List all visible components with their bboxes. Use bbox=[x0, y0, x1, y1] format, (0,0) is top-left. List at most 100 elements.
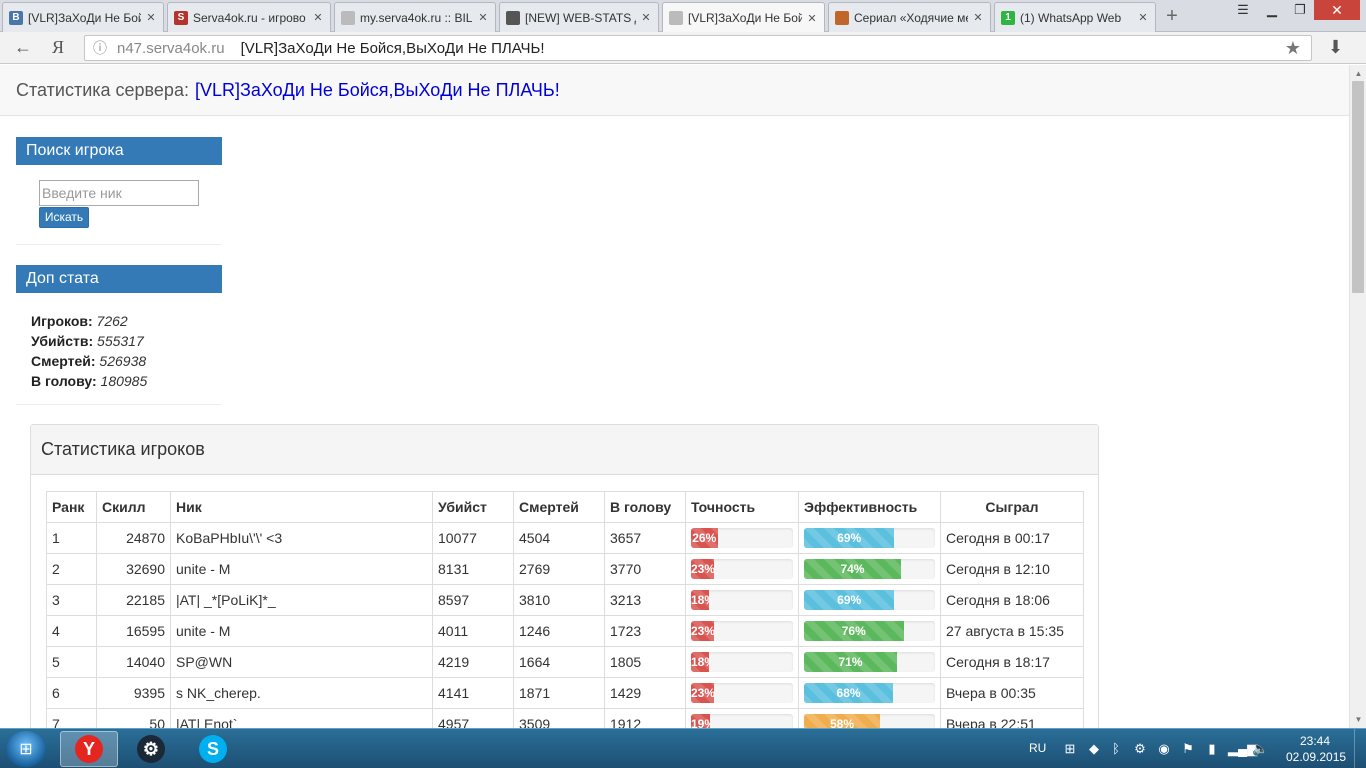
rank-cell: 5 bbox=[46, 646, 97, 678]
search-button[interactable]: Искать bbox=[39, 207, 89, 228]
table-row[interactable]: 4 16595 unite - M 4011 1246 1723 23% 76% 27 авгу… bbox=[46, 615, 1084, 647]
action-center-flag-icon[interactable]: ⚑ bbox=[1180, 741, 1196, 757]
language-indicator[interactable]: RU bbox=[1029, 741, 1046, 755]
column-header[interactable]: Ранк bbox=[46, 491, 97, 523]
folder-icon[interactable]: ◆ bbox=[1086, 741, 1102, 757]
steam-tray-icon[interactable]: ⚙ bbox=[1132, 741, 1148, 757]
taskbar-app-button[interactable]: Y bbox=[60, 731, 118, 767]
accuracy-progress-bar: 23% bbox=[691, 621, 793, 641]
efficiency-progress-bar: 74% bbox=[804, 559, 935, 579]
column-header[interactable]: Сыграл bbox=[940, 491, 1084, 523]
kills-cell: 8131 bbox=[432, 553, 514, 585]
efficiency-progress-fill: 76% bbox=[804, 621, 904, 641]
volume-icon[interactable]: 🔈 bbox=[1252, 741, 1268, 757]
browser-tab[interactable]: [VLR]ЗаХоДи Не Бой ✕ bbox=[662, 2, 825, 33]
browser-tab[interactable]: Сериал «Ходячие ме ✕ bbox=[828, 2, 991, 32]
table-row[interactable]: 6 9395 s NK_cherep. 4141 1871 1429 23% 68% Вчера… bbox=[46, 677, 1084, 709]
download-icon[interactable]: ⬇ bbox=[1328, 37, 1343, 58]
tab-close-icon[interactable]: ✕ bbox=[806, 12, 818, 25]
efficiency-progress-fill: 69% bbox=[804, 528, 895, 548]
taskbar-app-button[interactable]: S bbox=[184, 731, 242, 767]
accuracy-cell: 23% bbox=[685, 677, 799, 709]
column-header[interactable]: Убийст bbox=[432, 491, 514, 523]
accuracy-progress-bar: 23% bbox=[691, 559, 793, 579]
nick-cell[interactable]: |AT| Enot` bbox=[170, 708, 433, 728]
table-row[interactable]: 514040SP@WN421916641805 18% 71% Сегодня в 1… bbox=[46, 646, 1084, 678]
system-clock[interactable]: 23:44 02.09.2015 bbox=[1286, 733, 1346, 765]
scroll-up-arrow-icon[interactable]: ▲ bbox=[1350, 65, 1366, 82]
browser-tab[interactable]: [NEW] WEB-STATS дл ✕ bbox=[499, 2, 659, 32]
column-header[interactable]: Ник bbox=[170, 491, 433, 523]
kills-cell: 4141 bbox=[432, 677, 514, 709]
player-search-input[interactable] bbox=[39, 180, 199, 206]
close-window-button[interactable]: ✕ bbox=[1314, 0, 1360, 20]
tab-close-icon[interactable]: ✕ bbox=[312, 11, 324, 24]
browser-tab[interactable]: В [VLR]ЗаХоДи Не Бой ✕ bbox=[2, 2, 164, 32]
deaths-cell: 1871 bbox=[513, 677, 605, 709]
browser-tab[interactable]: my.serva4ok.ru :: BILL ✕ bbox=[334, 2, 496, 32]
skill-cell: 24870 bbox=[96, 522, 171, 554]
network-signal-icon[interactable]: ▂▄▆ bbox=[1228, 741, 1257, 757]
avatar-icon bbox=[506, 10, 520, 25]
windows-icon[interactable]: ⊞ bbox=[1062, 741, 1078, 757]
accuracy-cell: 26% bbox=[685, 522, 799, 554]
page-info-icon[interactable]: ⓘ bbox=[93, 38, 111, 58]
origin-icon[interactable]: ◉ bbox=[1156, 741, 1172, 757]
nick-cell[interactable]: SP@WN bbox=[170, 646, 433, 678]
column-header[interactable]: Смертей bbox=[513, 491, 605, 523]
tab-close-icon[interactable]: ✕ bbox=[145, 11, 157, 24]
skype-icon: S bbox=[199, 735, 227, 763]
column-header[interactable]: Точность bbox=[685, 491, 799, 523]
clock-time: 23:44 bbox=[1299, 734, 1331, 748]
efficiency-cell: 69% bbox=[798, 522, 941, 554]
browser-tab[interactable]: 1 (1) WhatsApp Web ✕ bbox=[994, 2, 1156, 32]
efficiency-cell: 69% bbox=[798, 584, 941, 616]
tab-close-icon[interactable]: ✕ bbox=[640, 11, 652, 24]
column-header[interactable]: В голову bbox=[604, 491, 686, 523]
maximize-button[interactable]: ❐ bbox=[1286, 0, 1314, 20]
scroll-down-arrow-icon[interactable]: ▼ bbox=[1350, 711, 1366, 728]
power-icon[interactable]: ▮ bbox=[1204, 741, 1220, 757]
minimize-button[interactable]: ▁ bbox=[1258, 0, 1286, 20]
new-tab-button[interactable]: + bbox=[1160, 5, 1184, 27]
accuracy-progress-fill: 26% bbox=[691, 528, 718, 548]
player-stats-table: Ранк Скилл Ник Убийст Смертей В голову Точност… bbox=[46, 491, 1084, 728]
table-row[interactable]: 2 32690 unite - M 8131 2769 3770 23% 74% Сегодня… bbox=[46, 553, 1084, 585]
url-field[interactable]: ⓘ n47.serva4ok.ru [VLR]ЗаХоДи Не Бойся,В… bbox=[84, 35, 1312, 61]
bluetooth-icon[interactable]: ᛒ bbox=[1108, 741, 1124, 757]
tab-close-icon[interactable]: ✕ bbox=[1137, 11, 1149, 24]
last-played-cell: Сегодня в 00:17 bbox=[940, 522, 1084, 554]
accuracy-progress-fill: 23% bbox=[691, 621, 715, 641]
server-name-link[interactable]: [VLR]ЗаХоДи Не Бойся,ВыХоДи Не ПЛАЧЬ! bbox=[195, 80, 560, 101]
nick-cell[interactable]: unite - M bbox=[170, 553, 433, 585]
nick-cell[interactable]: unite - M bbox=[170, 615, 433, 647]
page-viewport: Статистика сервера: [VLR]ЗаХоДи Не Бойся… bbox=[0, 65, 1349, 728]
nick-cell[interactable]: s NK_cherep. bbox=[170, 677, 433, 709]
browser-menu-icon[interactable]: ☰ bbox=[1228, 0, 1258, 20]
tab-close-icon[interactable]: ✕ bbox=[972, 11, 984, 24]
taskbar-app-button[interactable]: ⚙ bbox=[122, 731, 180, 767]
back-arrow-icon[interactable]: ← bbox=[14, 37, 32, 58]
accuracy-cell: 18% bbox=[685, 584, 799, 616]
deaths-cell: 3810 bbox=[513, 584, 605, 616]
browser-tab[interactable]: S Serva4ok.ru - игрово ✕ bbox=[167, 2, 331, 32]
tab-close-icon[interactable]: ✕ bbox=[477, 11, 489, 24]
page-scrollbar[interactable]: ▲ ▼ bbox=[1349, 65, 1366, 728]
table-row[interactable]: 322185|AT| _*[PoLiK]*_859738103213 18% 69%… bbox=[46, 584, 1084, 616]
table-row[interactable]: 1 24870 KoBaPHbIu\'\' <3 10077 4504 3657 26% 69… bbox=[46, 522, 1084, 554]
nick-cell[interactable]: |AT| _*[PoLiK]*_ bbox=[170, 584, 433, 616]
start-button[interactable]: ⊞ bbox=[6, 731, 46, 767]
nick-cell[interactable]: KoBaPHbIu\'\' <3 bbox=[170, 522, 433, 554]
headshots-cell: 3770 bbox=[604, 553, 686, 585]
show-desktop-button[interactable] bbox=[1354, 729, 1366, 768]
yandex-browser-icon: Y bbox=[75, 735, 103, 763]
efficiency-progress-fill: 74% bbox=[804, 559, 901, 579]
column-header[interactable]: Скилл bbox=[96, 491, 171, 523]
efficiency-progress-bar: 71% bbox=[804, 652, 935, 672]
bookmark-star-icon[interactable]: ★ bbox=[1285, 38, 1301, 59]
table-row[interactable]: 750|AT| Enot`495735091912 19% 58% Вчера в 2… bbox=[46, 708, 1084, 728]
column-header[interactable]: Эффективность bbox=[798, 491, 941, 523]
yandex-logo[interactable]: Я bbox=[52, 37, 64, 58]
whatsapp-icon: 1 bbox=[1001, 10, 1015, 25]
scroll-thumb[interactable] bbox=[1352, 81, 1364, 293]
